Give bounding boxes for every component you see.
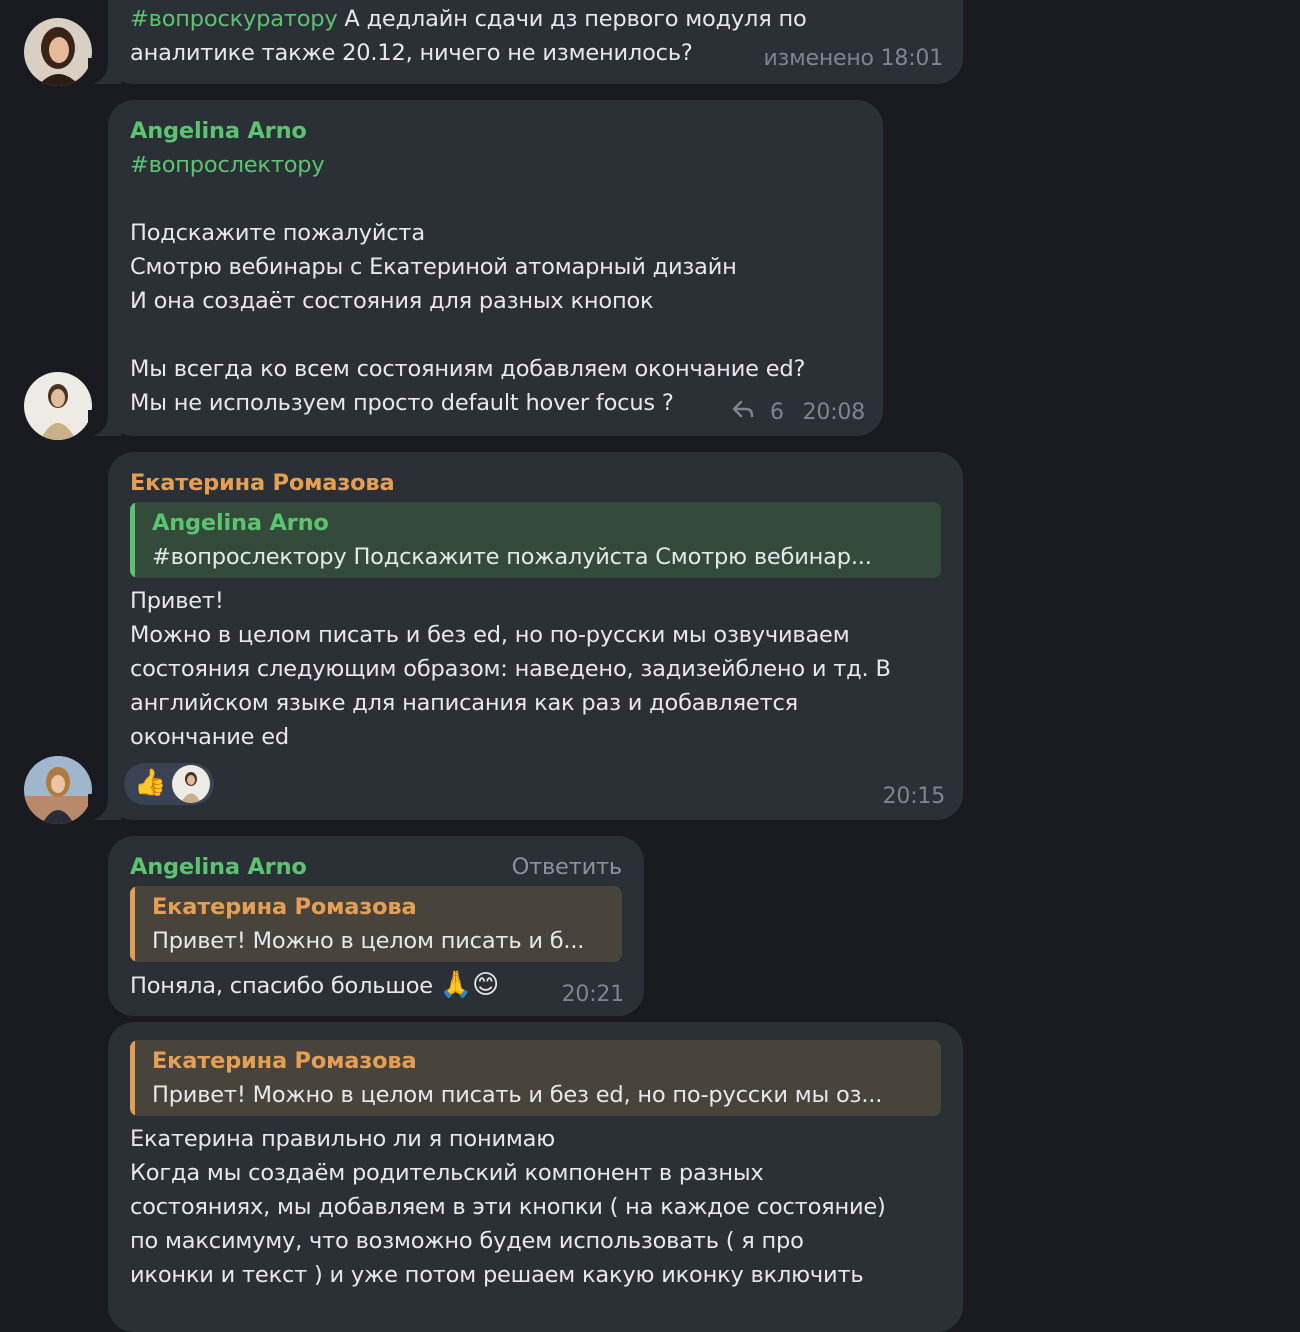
reply-button[interactable]: Ответить [512,850,623,884]
reply-arrow-icon[interactable] [731,396,755,430]
message-time: 18:01 [880,46,944,71]
message-line: состояния следующим образом: наведено, з… [130,656,891,682]
hashtag-link[interactable]: #вопроскуратору [130,6,338,32]
hashtag-link[interactable]: #вопрослектору [130,148,861,182]
replies-count[interactable]: 6 [770,400,784,425]
quote-sender: Екатерина Ромазова [152,894,417,920]
reply-quote[interactable]: Angelina Arno #вопрослектору Подскажите … [130,502,941,578]
message-bubble[interactable]: #вопроскуратору А дедлайн сдачи дз перво… [88,0,963,84]
message-line: английском языке для написания как раз и… [130,690,798,716]
message-line: Смотрю вебинары с Екатериной атомарный д… [130,254,737,280]
message-meta: 6 20:08 [731,396,865,430]
bubble-tail [88,410,122,436]
quote-sender: Angelina Arno [152,510,329,536]
edited-label: изменено [763,46,874,71]
message-time: 20:15 [882,784,946,809]
message-bubble[interactable]: Екатерина Ромазова Angelina Arno #вопрос… [88,452,963,820]
thumbs-up-icon: 👍 [134,768,167,798]
emoji: 🙏😊 [439,970,499,1000]
message-line: Привет! [130,588,224,614]
message-bubble[interactable]: Angelina Arno #вопрослектору Подскажите … [88,100,883,436]
message-meta: изменено 18:01 [764,42,944,76]
avatar[interactable] [24,756,92,824]
reply-quote[interactable]: Екатерина Ромазова Привет! Можно в целом… [130,1040,941,1116]
message-line: Можно в целом писать и без ed, но по-рус… [130,622,850,648]
message-line: по максимуму, что возможно будем использ… [130,1228,804,1254]
bubble-tail [88,794,122,820]
message-line: #вопроскуратору А дедлайн сдачи дз перво… [130,2,941,36]
message-line: Подскажите пожалуйста [130,220,425,246]
quote-text: Привет! Можно в целом писать и б... [152,928,585,954]
message-time: 20:08 [802,400,866,425]
message-bubble[interactable]: Екатерина Ромазова Привет! Можно в целом… [108,1022,963,1332]
message-line: Когда мы создаём родительский компонент … [130,1160,764,1186]
sender-name[interactable]: Angelina Arno [130,114,861,148]
message-time: 20:21 [561,982,625,1007]
message-line: состояниях, мы добавляем в эти кнопки ( … [130,1194,886,1220]
message-line: И она создаёт состояния для разных кнопо… [130,288,654,314]
message-line: Мы всегда ко всем состояниям добавляем о… [130,356,806,382]
reply-quote[interactable]: Екатерина Ромазова Привет! Можно в целом… [130,886,622,962]
avatar[interactable] [24,18,92,86]
quote-text: Привет! Можно в целом писать и без ed, н… [152,1082,883,1108]
message-line: окончание ed [130,724,289,750]
message-bubble[interactable]: Angelina Arno Ответить Екатерина Ромазов… [108,836,644,1016]
reaction-chip[interactable]: 👍 [124,763,214,805]
quote-text: #вопрослектору Подскажите пожалуйста Смо… [152,544,872,570]
message-text: А дедлайн сдачи дз первого модуля по [337,6,807,32]
message-line: иконки и текст ) и уже потом решаем каку… [130,1262,864,1288]
avatar[interactable] [24,372,92,440]
message-text: Поняла, спасибо большое [130,973,433,999]
reactor-avatar [172,765,210,803]
sender-name[interactable]: Екатерина Ромазова [130,466,941,500]
quote-sender: Екатерина Ромазова [152,1048,417,1074]
bubble-tail [88,58,122,84]
message-line: Екатерина правильно ли я понимаю [130,1126,555,1152]
message-line: Поняла, спасибо большое 🙏😊 [130,968,622,1003]
